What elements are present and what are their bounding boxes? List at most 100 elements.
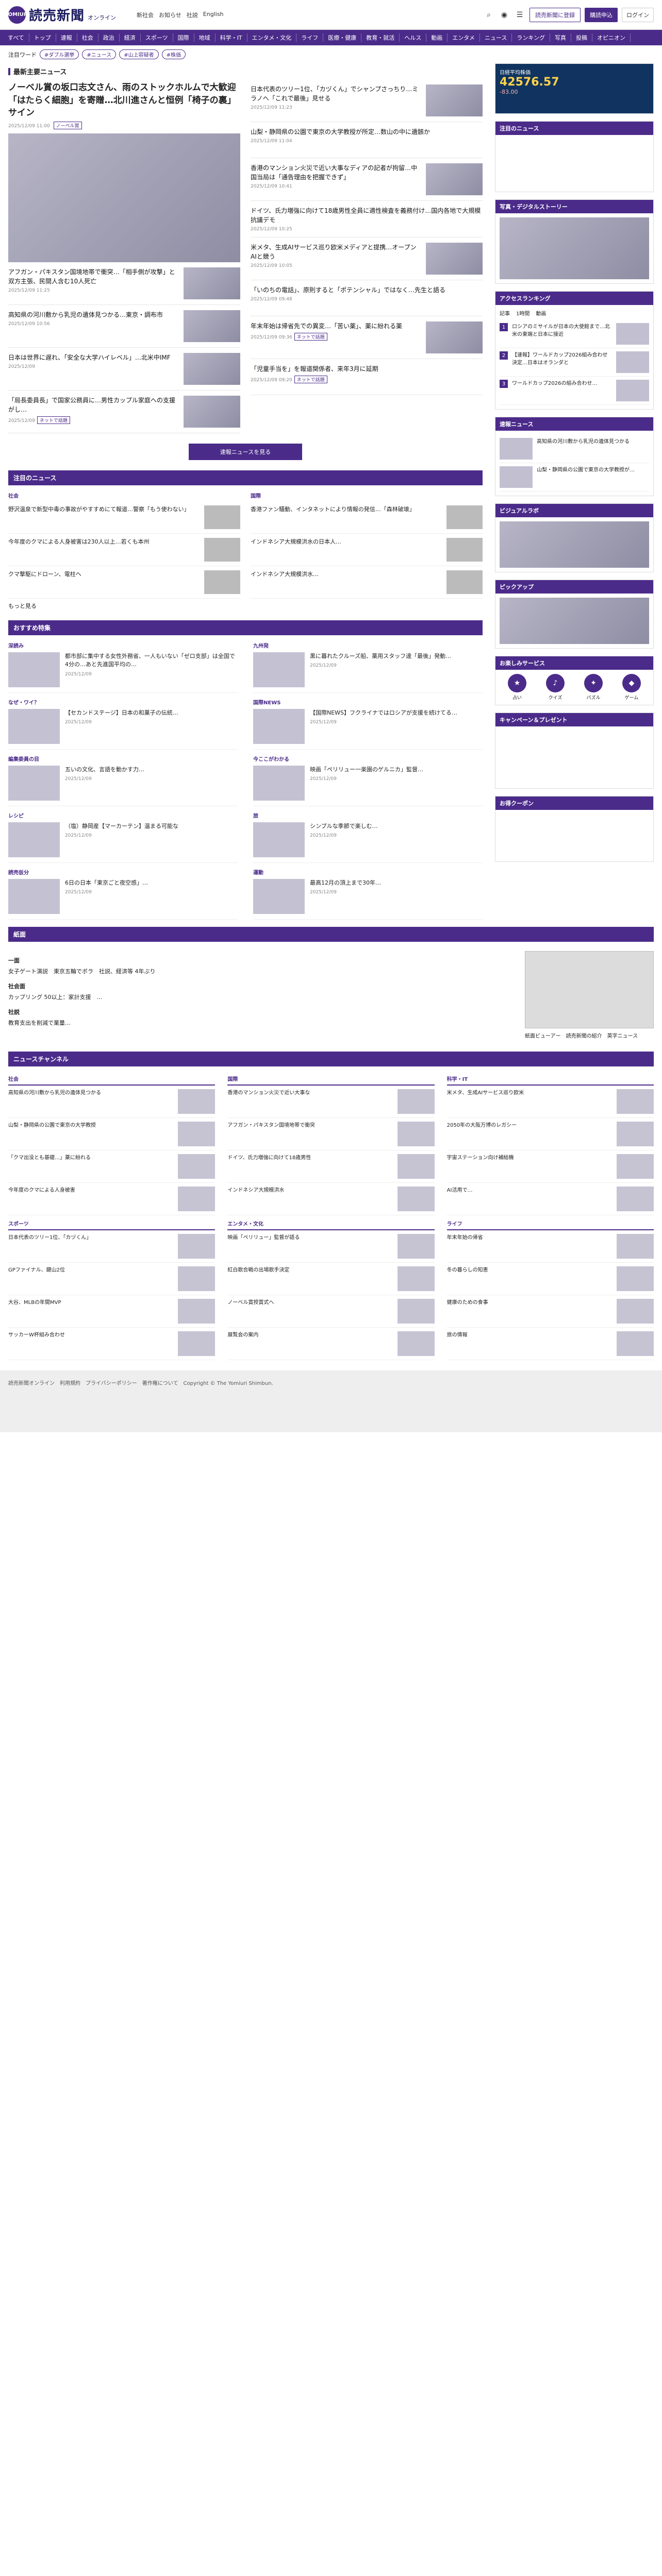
- service-item[interactable]: ♪ クイズ: [538, 674, 573, 701]
- channel-title[interactable]: 山梨・静岡県の公園で東京の大学教授: [8, 1122, 174, 1146]
- ranking-item[interactable]: 3 ワールドカップ2026の組み合わせ…: [500, 377, 649, 405]
- feature-thumbnail[interactable]: [8, 822, 60, 857]
- notable-thumbnail[interactable]: [446, 537, 483, 562]
- rank-thumbnail[interactable]: [616, 323, 649, 345]
- paper-viewer-image[interactable]: [525, 951, 654, 1028]
- channel-title[interactable]: GPファイナル、鍵山2位: [8, 1266, 174, 1291]
- subscribe-button[interactable]: 購読申込: [585, 7, 618, 22]
- nav-item[interactable]: 写真: [550, 33, 572, 42]
- report-title[interactable]: 山梨・静岡県の公園で東京の大学教授が…: [537, 466, 649, 488]
- channel-thumbnail[interactable]: [397, 1298, 435, 1324]
- channel-title[interactable]: 米メタ、生成AIサービス巡り欧米: [447, 1089, 613, 1114]
- news-title[interactable]: 高知県の河川敷から乳児の遺体見つかる…東京・調布市: [8, 310, 178, 319]
- news-thumbnail[interactable]: [184, 395, 240, 428]
- news-title[interactable]: 香港のマンション火災で近い大事なディアの記者が拘留…中国当局は「通告理由を把握で…: [251, 163, 421, 182]
- notable-thumbnail[interactable]: [446, 505, 483, 529]
- nav-item[interactable]: 動画: [426, 33, 448, 42]
- news-item[interactable]: 年末年始は帰省先での異変…「苦い薬」、薬に紛れる薬 2025/12/09 09:3…: [251, 316, 483, 359]
- feature-title[interactable]: 黒に暮れたクルーズ船、薬用スタッフ達「最後」発動…: [310, 652, 483, 661]
- lead-article[interactable]: ノーベル賞の坂口志文さん、雨のストックホルムで大歓迎「はたらく細胞」を寄贈…北川…: [8, 81, 240, 262]
- channel-title[interactable]: 高知県の河川敷から乳児の遺体見つかる: [8, 1089, 174, 1114]
- report-title[interactable]: 高知県の河川敷から乳児の遺体見つかる: [537, 438, 649, 460]
- channel-thumbnail[interactable]: [178, 1121, 216, 1146]
- nav-item[interactable]: ヘルス: [400, 33, 427, 42]
- feature-thumbnail[interactable]: [8, 708, 60, 744]
- channel-thumbnail[interactable]: [617, 1331, 654, 1356]
- menu-icon[interactable]: ☰: [514, 9, 525, 21]
- news-title[interactable]: ドイツ、氏力増強に向けて18歳男性全員に適性検査を義務付け…国内各地で大規模抗議…: [251, 206, 483, 225]
- channel-thumbnail[interactable]: [617, 1298, 654, 1324]
- feature-thumbnail[interactable]: [253, 708, 305, 744]
- pickup-image[interactable]: [500, 598, 649, 644]
- feature-thumbnail[interactable]: [8, 765, 60, 801]
- nav-item[interactable]: トップ: [29, 33, 56, 42]
- channel-label[interactable]: 国際: [227, 1071, 435, 1086]
- channel-thumbnail[interactable]: [397, 1266, 435, 1291]
- channel-thumbnail[interactable]: [397, 1233, 435, 1259]
- feature-title[interactable]: 【国際NEWS】フクライナではロシアが支援を続けてる…: [310, 709, 483, 718]
- feature-title[interactable]: 映画「ペリリュー一楽園のゲルニカ」監督…: [310, 766, 483, 774]
- news-title[interactable]: 山梨・静岡県の公園で東京の大学教授が所定…数山の中に遺骸か: [251, 127, 483, 137]
- channel-item[interactable]: 旅の情報: [446, 1328, 654, 1360]
- channel-label[interactable]: ライフ: [446, 1215, 654, 1230]
- paper-line[interactable]: 教育支出を削減で業量…: [8, 1018, 515, 1028]
- feature-thumbnail[interactable]: [253, 822, 305, 857]
- news-badge[interactable]: ネットで話題: [294, 333, 327, 341]
- feature-thumbnail[interactable]: [8, 652, 60, 687]
- visual-image[interactable]: [500, 521, 649, 568]
- news-title[interactable]: 「局長委員長」で国家公務員に…男性カップル家庭への支援がし…: [8, 396, 178, 414]
- news-item[interactable]: 香港のマンション火災で近い大事なディアの記者が拘留…中国当局は「通告理由を把握で…: [251, 158, 483, 201]
- channel-thumbnail[interactable]: [178, 1331, 216, 1356]
- notable-item[interactable]: クマ撃駆にドローン、電柱へ: [8, 566, 240, 599]
- feature-title[interactable]: 五いの文化、言語を動かす力…: [65, 766, 238, 774]
- paper-link[interactable]: 読売新聞の紹介: [566, 1031, 602, 1039]
- channel-label[interactable]: 社会: [8, 1071, 216, 1086]
- notable-item[interactable]: 野沢温泉で新型中毒の事故がやすすめにて報道…警察「もう使わない」: [8, 501, 240, 534]
- nav-item[interactable]: 地域: [194, 33, 216, 42]
- ranking-tab[interactable]: 1時間: [516, 309, 529, 317]
- channel-item[interactable]: 「クマ出没とも基礎…」薬に紛れる: [8, 1150, 216, 1183]
- more-news-button[interactable]: 速報ニュースを見る: [189, 443, 302, 460]
- ranking-tab[interactable]: 記事: [500, 309, 510, 317]
- news-item[interactable]: 日本代表のツリー1位、「カヅくん」でシャンプさっちり…ミラノへ「これで最後」見せ…: [251, 79, 483, 122]
- notable-item[interactable]: インドネシア大規模洪水…: [251, 566, 483, 599]
- channel-item[interactable]: 宇宙ステーション向け補給機: [446, 1150, 654, 1183]
- channel-thumbnail[interactable]: [617, 1089, 654, 1114]
- news-thumbnail[interactable]: [184, 352, 240, 385]
- channel-item[interactable]: 冬の暮らしの知恵: [446, 1263, 654, 1295]
- news-thumbnail[interactable]: [426, 84, 483, 116]
- nav-item[interactable]: 速報: [56, 33, 77, 42]
- nav-item[interactable]: スポーツ: [141, 33, 173, 42]
- feature-box[interactable]: レシピ （塩）静岡産【マーカーテン】温まる可能な 2025/12/09: [8, 809, 238, 863]
- report-thumbnail[interactable]: [500, 438, 533, 460]
- channel-title[interactable]: 紅白歌合戦の出場歌手決定: [227, 1266, 393, 1291]
- feature-box[interactable]: 深読み 都市部に集中する女性外務省、一人もいない「ゼロ支部」は全国で4分の…あと先…: [8, 639, 238, 693]
- channel-title[interactable]: 旅の情報: [447, 1331, 613, 1356]
- news-badge[interactable]: ネットで話題: [294, 376, 327, 383]
- login-button[interactable]: ログイン: [622, 7, 654, 22]
- channel-title[interactable]: 「クマ出没とも基礎…」薬に紛れる: [8, 1154, 174, 1179]
- notable-title[interactable]: 香港ファン騒動、インタネットにより情報の発信…「森林破壊」: [251, 505, 442, 529]
- news-title[interactable]: 日本代表のツリー1位、「カヅくん」でシャンプさっちり…ミラノへ「これで最後」見せ…: [251, 84, 421, 103]
- channel-title[interactable]: 展覧会の案内: [227, 1331, 393, 1356]
- nav-item[interactable]: 医療・健康: [323, 33, 362, 42]
- channel-thumbnail[interactable]: [397, 1121, 435, 1146]
- nav-item[interactable]: 教育・就活: [361, 33, 400, 42]
- rank-title[interactable]: 【速報】ワールドカップ2026組み合わせ決定…日本はオランダと: [512, 351, 612, 373]
- notable-title[interactable]: クマ撃駆にドローン、電柱へ: [8, 570, 200, 594]
- channel-title[interactable]: ノーベル賞授賞式へ: [227, 1299, 393, 1324]
- feature-box[interactable]: 今ここがわかる 映画「ペリリュー一楽園のゲルニカ」監督… 2025/12/09: [253, 753, 483, 806]
- channel-thumbnail[interactable]: [617, 1266, 654, 1291]
- ranking-item[interactable]: 1 ロシアのミサイルが日本の大使館まで…北米の東端と日本に接近: [500, 320, 649, 348]
- channel-title[interactable]: 今年度のクマによる人身被害: [8, 1187, 174, 1211]
- channel-title[interactable]: インドネシア大規模洪水: [227, 1187, 393, 1211]
- channel-thumbnail[interactable]: [617, 1186, 654, 1211]
- news-thumbnail[interactable]: [426, 321, 483, 353]
- news-title[interactable]: 米メタ、生成AIサービス巡り欧米メディアと提携…オープンAIと競う: [251, 243, 421, 261]
- lead-badge[interactable]: ノーベル賞: [53, 121, 82, 129]
- channel-item[interactable]: 年末年始の帰省: [446, 1230, 654, 1263]
- notable-thumbnail[interactable]: [204, 537, 240, 562]
- channel-thumbnail[interactable]: [617, 1233, 654, 1259]
- news-item[interactable]: 高知県の河川敷から乳児の遺体見つかる…東京・調布市 2025/12/09 10:5…: [8, 305, 240, 348]
- feature-box[interactable]: 編集委員の目 五いの文化、言語を動かす力… 2025/12/09: [8, 753, 238, 806]
